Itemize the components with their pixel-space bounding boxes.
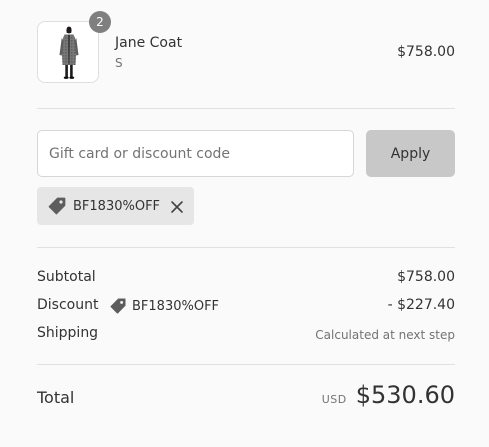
total-label: Total [37, 388, 75, 407]
tag-icon [48, 197, 66, 215]
discount-value: - $227.40 [387, 297, 455, 313]
shipping-label: Shipping [37, 325, 99, 341]
product-line-item: 2 Jane Coat S $758.00 [37, 0, 455, 109]
subtotal-label: Subtotal [37, 269, 96, 285]
product-thumbnail [37, 21, 99, 83]
product-price: $758.00 [397, 44, 455, 60]
total-amount: $530.60 [355, 381, 455, 409]
discount-section: Apply BF1830%OFF [37, 109, 455, 248]
discount-code-input[interactable] [37, 130, 354, 177]
discount-code-text: BF1830%OFF [132, 298, 220, 314]
tag-icon [110, 298, 126, 314]
product-name: Jane Coat [115, 35, 183, 51]
total-price: USD $530.60 [322, 381, 455, 409]
apply-button[interactable]: Apply [366, 130, 455, 177]
discount-label: Discount [37, 297, 99, 313]
subtotal-value: $758.00 [397, 269, 455, 285]
currency-code: USD [321, 393, 347, 406]
quantity-badge: 2 [89, 11, 111, 33]
order-summary: 2 Jane Coat S $758.00 Apply BF1830%OFF S… [37, 0, 455, 447]
cost-summary: Subtotal $758.00 Discount BF1830%OFF - $… [37, 248, 455, 365]
remove-discount-button[interactable] [170, 199, 184, 213]
applied-discount-code: BF1830%OFF [73, 198, 161, 214]
total-row: Total USD $530.60 [37, 365, 455, 447]
applied-discount-chip: BF1830%OFF [37, 187, 195, 225]
product-variant: S [115, 56, 123, 70]
close-icon [171, 201, 183, 213]
discount-code-tag: BF1830%OFF [109, 297, 219, 315]
shipping-value: Calculated at next step [315, 328, 455, 342]
coat-model-photo [59, 26, 79, 79]
